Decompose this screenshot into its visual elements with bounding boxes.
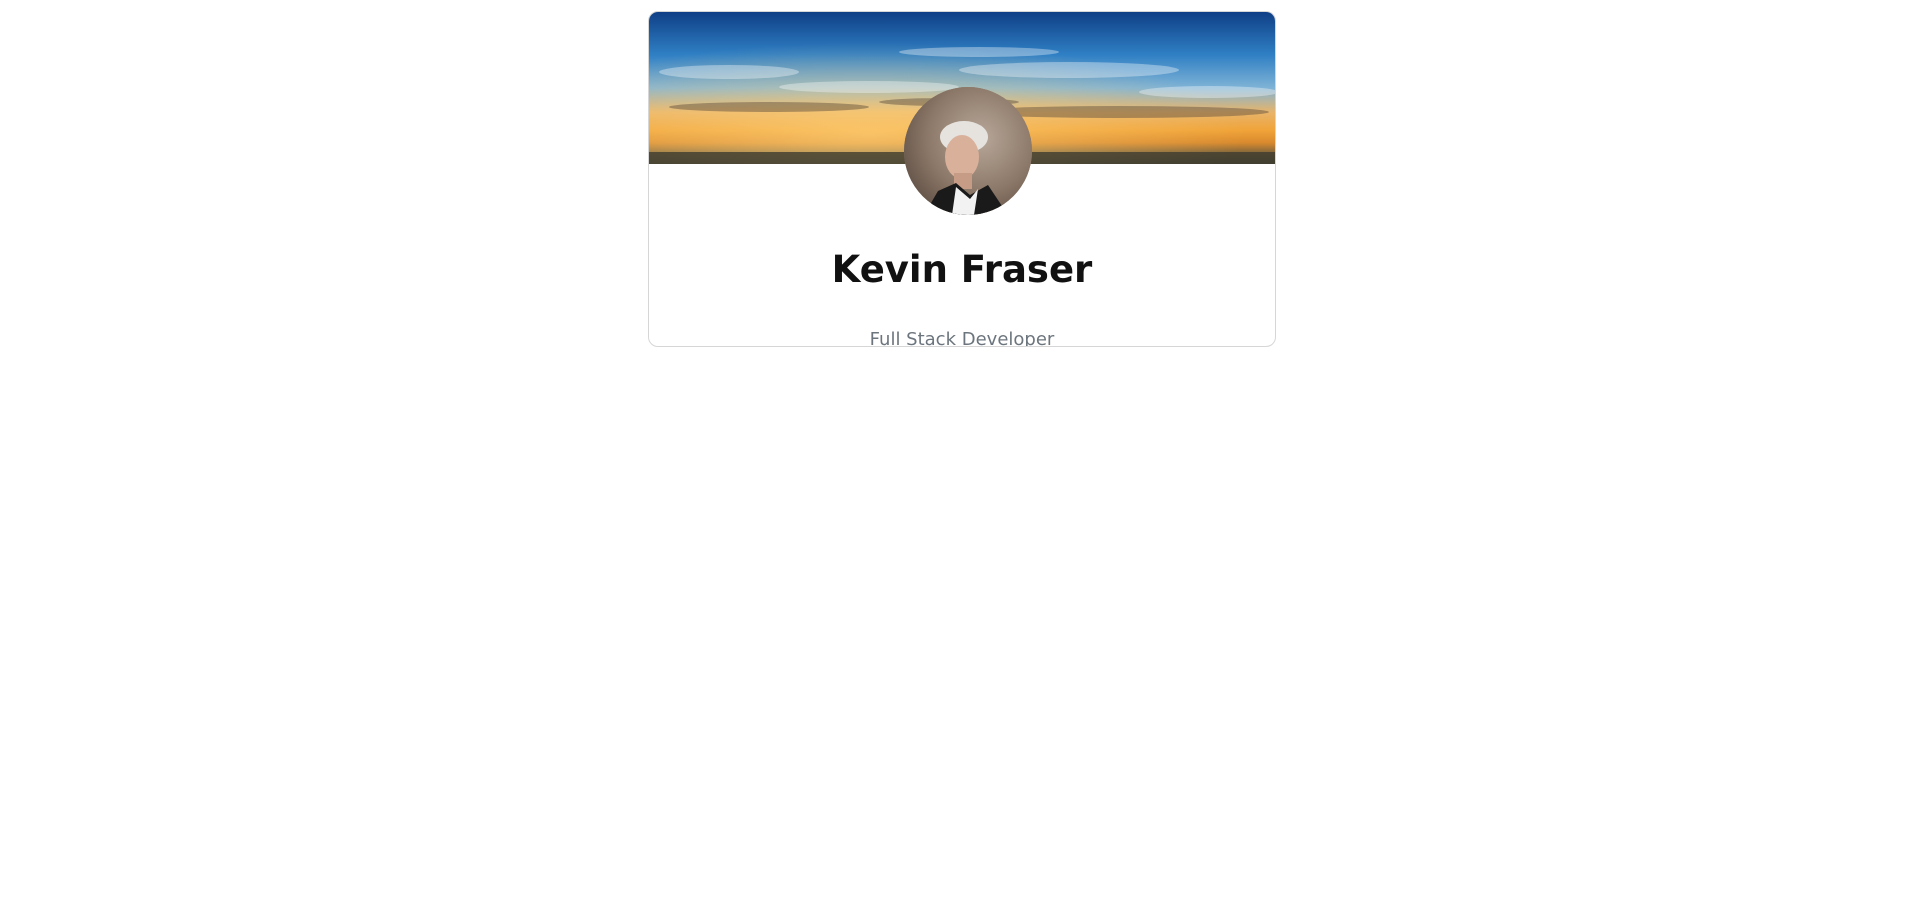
profile-title: Full Stack Developer [869,329,1055,347]
avatar [904,87,1032,215]
profile-card: Kevin Fraser Full Stack Developer [648,11,1276,347]
profile-name: Kevin Fraser [831,248,1093,291]
